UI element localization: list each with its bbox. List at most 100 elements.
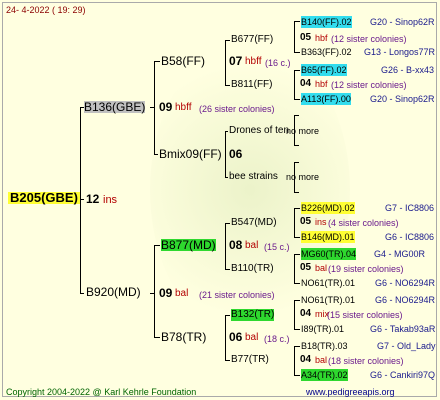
connector xyxy=(80,293,84,294)
g3-queen[interactable]: B132(TR) xyxy=(231,309,275,321)
connector xyxy=(294,329,300,330)
g2-num: 06 xyxy=(229,147,243,161)
g4-queen[interactable]: MG60(TR).04 xyxy=(301,248,357,260)
g3-sub: hbff xyxy=(245,56,262,67)
g4-info: G6 - Takab93aR xyxy=(370,324,436,334)
connector xyxy=(294,254,295,283)
g3-queen[interactable]: B677(FF) xyxy=(231,34,273,46)
g1-num: 09 xyxy=(159,100,173,114)
connector xyxy=(225,40,230,41)
g2-queen[interactable]: B877(MD) xyxy=(161,239,216,251)
g4-queen[interactable]: B65(FF).02 xyxy=(301,64,347,76)
print-date: 24- 4-2022 ( 19: 29) xyxy=(6,5,86,15)
connector xyxy=(294,254,300,255)
g4-queen[interactable]: A34(TR).02 xyxy=(301,369,348,381)
g4-sis: (12 sister colonies) xyxy=(331,34,407,44)
g4-queen[interactable]: B226(MD).02 xyxy=(301,202,355,214)
g4-sis: (18 sister colonies) xyxy=(328,356,404,366)
connector xyxy=(225,177,228,178)
g4-queen[interactable]: B18(TR).03 xyxy=(301,340,348,352)
connector xyxy=(154,245,155,337)
g4-info: G13 - Longos77R xyxy=(364,47,436,57)
g4-queen[interactable]: A113(FF).00 xyxy=(301,93,351,105)
g3-num: 07 xyxy=(229,54,243,68)
connector xyxy=(80,107,81,293)
connector xyxy=(225,315,226,360)
pedigree-chart: 24- 4-2022 ( 19: 29) B205(GBE) 12 ins B1… xyxy=(0,0,440,400)
connector xyxy=(294,300,300,301)
g4-info: G26 - B-xx43 xyxy=(381,65,435,75)
g4-info: G6 - Cankiri97Q xyxy=(370,370,436,380)
connector xyxy=(294,70,295,99)
connector xyxy=(225,223,226,269)
root-sub: ins xyxy=(103,194,118,206)
g3-queen[interactable]: B811(FF) xyxy=(231,79,273,91)
connector xyxy=(154,61,155,154)
g1-sub: bal xyxy=(175,288,189,299)
connector xyxy=(294,52,300,53)
g4-queen[interactable]: B146(MD).01 xyxy=(301,231,355,243)
g1-num: 09 xyxy=(159,286,173,300)
g3-queen[interactable]: Drones of ten xyxy=(229,125,289,137)
g4-info: G6 - NO6294R xyxy=(375,278,436,288)
connector xyxy=(294,346,300,347)
connector xyxy=(294,237,300,238)
g4-queen[interactable]: NO61(TR).01 xyxy=(301,294,355,306)
g4-info: G20 - Sinop62R xyxy=(370,17,435,27)
root-queen[interactable]: B205(GBE) xyxy=(8,191,80,204)
g3-sis: (16 c.) xyxy=(265,58,291,68)
connector xyxy=(294,283,300,284)
copyright: Copyright 2004-2022 @ Karl Kehrle Founda… xyxy=(6,387,197,397)
g2-sub: bal xyxy=(245,332,259,343)
g4-queen[interactable]: B363(FF).02 xyxy=(301,46,352,58)
g4-sis: (12 sister colonies) xyxy=(331,80,407,90)
g3-note: no more xyxy=(286,172,320,182)
g4-info: G7 - Old_Lady xyxy=(377,341,436,351)
g1-queen[interactable]: B136(GBE) xyxy=(84,101,146,113)
g3-queen[interactable]: B110(TR) xyxy=(231,263,274,275)
connector xyxy=(294,375,300,376)
connector xyxy=(225,315,230,316)
root-num: 12 xyxy=(86,192,100,206)
connector xyxy=(154,61,160,62)
connector xyxy=(294,99,300,100)
g2-queen[interactable]: Bmix09(FF) xyxy=(159,148,222,160)
g1-sis: (21 sister colonies) xyxy=(199,290,275,300)
g2-queen[interactable]: B58(FF) xyxy=(161,55,205,67)
g4-info: G7 - IC8806 xyxy=(385,203,435,213)
connector xyxy=(150,293,154,294)
g4-queen[interactable]: I89(TR).01 xyxy=(301,323,344,335)
g4-num: 05 xyxy=(300,32,312,43)
connector xyxy=(154,337,160,338)
g4-sub: bal xyxy=(315,355,328,365)
connector xyxy=(225,85,230,86)
g2-queen[interactable]: B78(TR) xyxy=(161,331,206,343)
connector xyxy=(225,360,230,361)
g1-sis: (26 sister colonies) xyxy=(199,104,275,114)
connector xyxy=(225,269,230,270)
g3-queen[interactable]: B547(MD) xyxy=(231,217,277,229)
g4-info: G20 - Sinop62R xyxy=(370,94,435,104)
g3-queen[interactable]: bee strains xyxy=(229,171,278,183)
g3-queen[interactable]: B77(TR) xyxy=(231,354,269,366)
g4-info: G6 - IC8806 xyxy=(385,232,435,242)
g4-queen[interactable]: B140(FF).02 xyxy=(301,16,352,28)
connector xyxy=(294,21,300,22)
g1-queen[interactable]: B920(MD) xyxy=(86,286,141,298)
g4-sub: bal xyxy=(315,263,328,273)
connector xyxy=(294,192,299,193)
g2-num: 06 xyxy=(229,330,243,344)
g2-sis: (18 c.) xyxy=(264,334,290,344)
connector xyxy=(225,40,226,85)
g4-queen[interactable]: NO61(TR).01 xyxy=(301,277,355,289)
g3-note: no more xyxy=(286,126,320,136)
g1-sub: hbff xyxy=(175,102,192,113)
g4-info: G4 - MG00R xyxy=(374,249,426,259)
g4-info: G6 - NO6294R xyxy=(375,295,436,305)
site-link[interactable]: www.pedigreeapis.org xyxy=(306,386,395,398)
g4-sub: hbf xyxy=(315,79,328,89)
connector xyxy=(225,223,230,224)
g4-sub: ins xyxy=(315,217,327,227)
g2-sis: (15 c.) xyxy=(264,242,290,252)
connector xyxy=(225,131,226,177)
